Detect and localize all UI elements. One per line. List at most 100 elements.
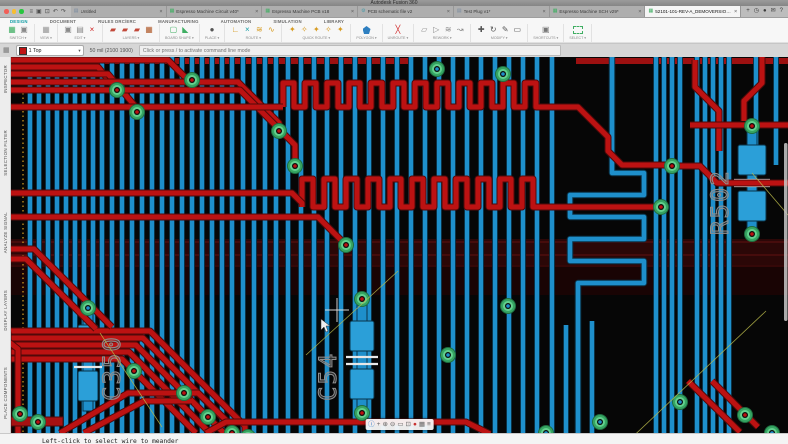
switch-machine-icon[interactable]: ▣ [19, 25, 29, 35]
select-icon[interactable] [573, 26, 583, 34]
polygon-icon[interactable] [363, 26, 371, 34]
zoom-window-icon[interactable]: ▭ [397, 419, 403, 430]
via[interactable] [339, 238, 354, 253]
document-tab-3[interactable]: ▦Espresso Machine PCB v18× [262, 6, 358, 17]
resistor-R502-pad[interactable] [738, 191, 766, 221]
switch-board-icon[interactable]: ▦ [7, 25, 17, 35]
via[interactable] [745, 119, 760, 134]
delete-icon[interactable]: × [87, 25, 97, 35]
save-icon[interactable]: ⊡ [45, 7, 50, 17]
via[interactable] [13, 407, 28, 422]
copy-icon[interactable]: ▣ [63, 25, 73, 35]
menu-manufacturing[interactable]: MANUFACTURING [158, 19, 199, 24]
edit-property-icon[interactable]: ✎ [500, 25, 510, 35]
minimize-window-button[interactable] [12, 9, 17, 14]
board-resize-icon[interactable]: ◣ [180, 25, 190, 35]
via[interactable] [441, 348, 456, 363]
via[interactable] [738, 408, 753, 423]
via[interactable] [110, 83, 125, 98]
via[interactable] [496, 67, 511, 82]
zoom-out-icon[interactable]: ⊖ [390, 419, 395, 430]
via[interactable] [765, 426, 780, 434]
redo-icon[interactable]: ↷ [61, 7, 66, 17]
rework-icon-3[interactable]: ≋ [443, 25, 453, 35]
close-icon[interactable]: × [542, 9, 545, 15]
unroute-icon[interactable]: ╳ [393, 25, 403, 35]
close-window-button[interactable] [4, 9, 9, 14]
menu-rules-drc-erc[interactable]: RULES DRC/ERC [98, 19, 136, 24]
command-line-input[interactable] [140, 48, 560, 54]
quickroute-icon-4[interactable]: ✧ [323, 25, 333, 35]
close-icon[interactable]: × [638, 9, 641, 15]
grid-view-icon[interactable]: ▦ [41, 25, 51, 35]
menu-design[interactable]: DESIGN [10, 19, 28, 24]
sidebar-tab-selection-filter[interactable]: SELECTION FILTER [3, 130, 8, 176]
command-line-field[interactable] [139, 45, 561, 56]
zoom-in-icon[interactable]: ⊕ [382, 419, 387, 430]
app-menu-icon[interactable]: ≡ [30, 7, 34, 17]
via[interactable] [665, 159, 680, 174]
close-icon[interactable]: × [447, 9, 450, 15]
menu-document[interactable]: DOCUMENT [50, 19, 76, 24]
zoom-fit-icon[interactable]: ⊡ [406, 419, 411, 430]
close-icon[interactable]: × [159, 9, 162, 15]
move-icon[interactable]: ✚ [476, 25, 486, 35]
sidebar-tab-place-components[interactable]: PLACE COMPONENTS [3, 367, 8, 419]
via[interactable] [201, 410, 216, 425]
resistor-R502-pad[interactable] [738, 145, 766, 175]
rework-icon-1[interactable]: ▱ [419, 25, 429, 35]
via[interactable] [31, 415, 46, 430]
align-icon[interactable]: ▭ [512, 25, 522, 35]
via[interactable] [430, 62, 445, 77]
view-info-icon[interactable]: ⓘ [368, 419, 375, 430]
route-meander-icon[interactable]: ∿ [266, 25, 276, 35]
menu-automation[interactable]: AUTOMATION [221, 19, 252, 24]
layer-icon-1[interactable]: ▰ [108, 25, 118, 35]
notifications-icon[interactable]: ✉ [771, 6, 776, 17]
close-icon[interactable]: × [351, 9, 354, 15]
pcb-canvas-area[interactable]: C350C54R502ⓘ+⊕⊖▭⊡●▦≡ [11, 57, 788, 433]
via[interactable] [81, 301, 96, 316]
new-tab-button[interactable]: + [746, 6, 750, 17]
quickroute-icon-1[interactable]: ✦ [287, 25, 297, 35]
record-indicator[interactable]: ● [413, 419, 417, 430]
quickroute-icon-2[interactable]: ✧ [299, 25, 309, 35]
close-icon[interactable]: × [255, 9, 258, 15]
shortcuts-icon[interactable]: ▣ [541, 25, 551, 35]
layer-icon-2[interactable]: ▰ [120, 25, 130, 35]
rotate-icon[interactable]: ↻ [488, 25, 498, 35]
document-tab-6[interactable]: ▦Espresso Machine SCH v29*× [550, 6, 646, 17]
pcb-canvas-svg[interactable]: C350C54R502 [11, 57, 788, 433]
undo-icon[interactable]: ↶ [53, 7, 58, 17]
route-manual-icon[interactable]: ∟ [230, 25, 240, 35]
rework-icon-4[interactable]: ↝ [455, 25, 465, 35]
via[interactable] [130, 105, 145, 120]
route-x-icon[interactable]: × [242, 25, 252, 35]
job-status-icon[interactable]: ◷ [754, 6, 759, 17]
quickroute-icon-5[interactable]: ✦ [335, 25, 345, 35]
via[interactable] [745, 227, 760, 242]
layer-icon-3[interactable]: ▰ [132, 25, 142, 35]
quickroute-icon-3[interactable]: ✦ [311, 25, 321, 35]
via[interactable] [288, 159, 303, 174]
more-options-icon[interactable]: ≡ [427, 419, 431, 430]
via[interactable] [501, 299, 516, 314]
via[interactable] [593, 415, 608, 430]
pan-icon[interactable]: + [377, 419, 381, 430]
capacitor-C54-pad[interactable] [350, 369, 374, 399]
capacitor-C350-pad[interactable] [78, 371, 98, 401]
via[interactable] [654, 200, 669, 215]
grid-settings-icon[interactable]: ▦ [419, 419, 425, 430]
canvas-scrollbar[interactable] [784, 143, 788, 321]
close-icon[interactable]: × [734, 9, 737, 15]
document-tab-1[interactable]: ▤Untitled× [71, 6, 167, 17]
help-icon[interactable]: ? [780, 6, 783, 17]
menu-library[interactable]: LIBRARY [324, 19, 344, 24]
document-tab-7[interactable]: ▦52101-101-REV-A_DEMOVERSION (1) v1*× [645, 6, 741, 17]
via[interactable] [185, 73, 200, 88]
menu-simulation[interactable]: SIMULATION [273, 19, 301, 24]
sidebar-tab-analyze-signal[interactable]: ANALYZE SIGNAL [3, 212, 8, 253]
capacitor-C54-pad[interactable] [350, 321, 374, 351]
document-tab-5[interactable]: ▤Test Plug v1*× [454, 6, 550, 17]
sidebar-tab-inspector[interactable]: INSPECTOR [3, 65, 8, 93]
